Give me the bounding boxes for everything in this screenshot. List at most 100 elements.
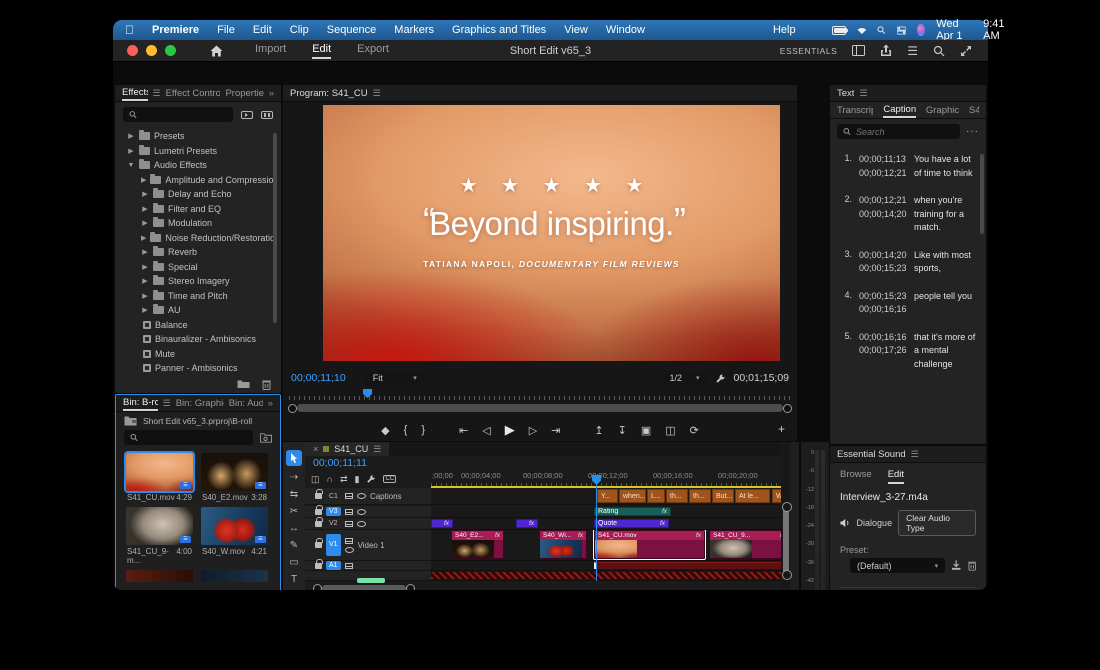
battery-icon[interactable] [832, 26, 846, 35]
close-window-button[interactable] [127, 45, 138, 56]
accelerated-effects-icon[interactable] [241, 110, 253, 120]
effects-scrollbar[interactable] [273, 133, 277, 323]
preset-dropdown[interactable]: (Default)▾ [850, 558, 945, 573]
tab-effects[interactable]: Effects [122, 85, 148, 101]
graphic-clip[interactable]: fx [431, 519, 453, 528]
tree-item[interactable]: ▶AU [121, 303, 277, 318]
menubar-time[interactable]: 9:41 AM [983, 18, 1011, 42]
tree-item[interactable]: ▶Reverb [121, 245, 277, 260]
track-label[interactable]: V2 [326, 519, 341, 528]
tab-edit-sound[interactable]: Edit [888, 469, 904, 484]
tab-transcript[interactable]: Transcript [837, 105, 873, 116]
caption-item[interactable]: 1. 00;00;11;1300;00;12;21 You have a lot… [830, 146, 986, 187]
bin-clip[interactable]: ☰ S40_E2.mov3:28 [201, 453, 268, 502]
delete-preset-icon[interactable] [968, 560, 976, 571]
menubar-date[interactable]: Wed Apr 1 [936, 18, 972, 42]
marker-icon[interactable]: ▮ [355, 474, 360, 485]
delete-icon[interactable] [262, 379, 271, 390]
track-label[interactable]: C1 [326, 492, 341, 501]
bin-search-input[interactable] [143, 433, 247, 443]
track-visibility-icon[interactable] [357, 493, 366, 499]
lift-icon[interactable]: ↥ [594, 424, 603, 437]
tree-item[interactable]: Binauralizer - Ambisonics [121, 332, 277, 347]
bin-filter-icon[interactable] [260, 433, 272, 443]
button-editor-plus-icon[interactable]: + [778, 422, 785, 436]
refresh-icon[interactable]: ⟳ [690, 424, 699, 437]
apple-menu-icon[interactable]:  [125, 23, 134, 37]
save-preset-icon[interactable] [951, 560, 961, 571]
program-scrollbar[interactable] [288, 403, 792, 413]
close-icon[interactable]: × [313, 444, 318, 454]
home-icon[interactable] [210, 45, 223, 57]
video-clip[interactable]: S40_Wi...fx [539, 530, 587, 559]
track-visibility-icon[interactable] [345, 547, 354, 553]
caption-clip[interactable]: Y... [597, 489, 618, 503]
selection-tool[interactable] [286, 450, 302, 466]
caption-item[interactable]: 3. 00;00;14;2000;00;15;23 Like with most… [830, 242, 986, 283]
menu-help[interactable]: Help [773, 24, 796, 36]
lock-icon[interactable] [315, 509, 322, 515]
go-to-out-icon[interactable]: ⇥ [551, 424, 560, 437]
caption-item[interactable]: 5. 00;00;16;1600;00;17;26 that it's more… [830, 324, 986, 379]
minimize-window-button[interactable] [146, 45, 157, 56]
track-visibility-icon[interactable] [357, 509, 366, 515]
menu-graphics-titles[interactable]: Graphics and Titles [452, 24, 546, 36]
bin-clip-partial[interactable] [201, 570, 268, 582]
tab-import[interactable]: Import [255, 43, 286, 59]
video-clip[interactable]: S40_E2...fx [451, 530, 504, 559]
bin-clip[interactable]: ☰ S40_W.mov4:21 [201, 507, 268, 565]
clip-name[interactable]: S40_W.mov [202, 547, 245, 556]
caption-clip[interactable]: th... [689, 489, 711, 503]
tree-item[interactable]: ▶Amplitude and Compression [121, 173, 277, 188]
tab-bin-audio[interactable]: Bin: Audio [229, 398, 263, 409]
panel-menu-icon[interactable]: ☰ [373, 444, 381, 455]
ripple-edit-tool[interactable]: ⇆ [290, 489, 298, 500]
zoom-fit-dropdown[interactable]: Fit▾ [366, 371, 424, 386]
timeline-scrollbar[interactable] [313, 583, 415, 590]
menu-markers[interactable]: Markers [394, 24, 434, 36]
track-label[interactable]: V3 [326, 507, 341, 516]
tab-properties[interactable]: Properties [225, 88, 263, 99]
caption-clip[interactable]: At le... [735, 489, 770, 503]
sync-lock-icon[interactable] [345, 521, 353, 527]
clip-name[interactable]: S40_E2.mov [202, 493, 248, 502]
clear-audio-type-button[interactable]: Clear Audio Type [898, 510, 976, 536]
export-frame-icon[interactable]: ▣ [641, 424, 651, 437]
graphic-clip[interactable]: fx [516, 519, 538, 528]
tree-item[interactable]: ▶Delay and Echo [121, 187, 277, 202]
program-title[interactable]: Program: S41_CU [290, 86, 368, 100]
bin-clip-partial[interactable] [126, 570, 193, 582]
search-titlebar-icon[interactable] [933, 45, 945, 57]
menu-edit[interactable]: Edit [253, 24, 272, 36]
tree-item[interactable]: ▼Audio Effects [121, 158, 277, 173]
mark-in-icon[interactable]: { [404, 424, 408, 436]
captions-scrollbar[interactable] [980, 154, 984, 234]
tree-item[interactable]: ▶Noise Reduction/Restoration [121, 231, 277, 246]
sync-lock-icon[interactable] [345, 509, 353, 515]
track-name[interactable]: Video 1 [358, 541, 385, 550]
lock-icon[interactable] [315, 493, 322, 499]
playback-resolution-dropdown[interactable]: 1/2▾ [663, 371, 707, 386]
caption-clip[interactable]: when... [619, 489, 646, 503]
quick-export-icon[interactable]: ☰ [907, 45, 918, 57]
tree-item[interactable]: Mute [121, 347, 277, 362]
graphic-clip-quote[interactable]: Quotefx [594, 519, 669, 528]
tree-item[interactable]: ▶Presets [121, 129, 277, 144]
timeline-settings-wrench-icon[interactable] [366, 474, 376, 484]
tab-edit[interactable]: Edit [312, 43, 331, 59]
menu-clip[interactable]: Clip [290, 24, 309, 36]
workspace-icon[interactable] [852, 45, 865, 56]
tab-graphics[interactable]: Graphics [926, 105, 959, 116]
captions-search-input[interactable] [856, 127, 954, 137]
razor-tool[interactable]: ✂ [290, 506, 298, 517]
settings-wrench-icon[interactable] [715, 373, 726, 384]
tab-overflow-icon[interactable]: » [268, 398, 273, 409]
menu-window[interactable]: Window [606, 24, 645, 36]
clip-thumbnail[interactable]: ☰ [201, 507, 268, 545]
caption-item[interactable]: 2. 00;00;12;2100;00;14;20 when you're tr… [830, 187, 986, 242]
track-visibility-icon[interactable] [357, 521, 366, 527]
audio-waveform-region[interactable] [431, 572, 790, 579]
track-label[interactable]: V1 [326, 534, 341, 556]
type-tool[interactable]: T [291, 574, 297, 585]
clip-name[interactable]: S41_CU.mov [127, 493, 175, 502]
